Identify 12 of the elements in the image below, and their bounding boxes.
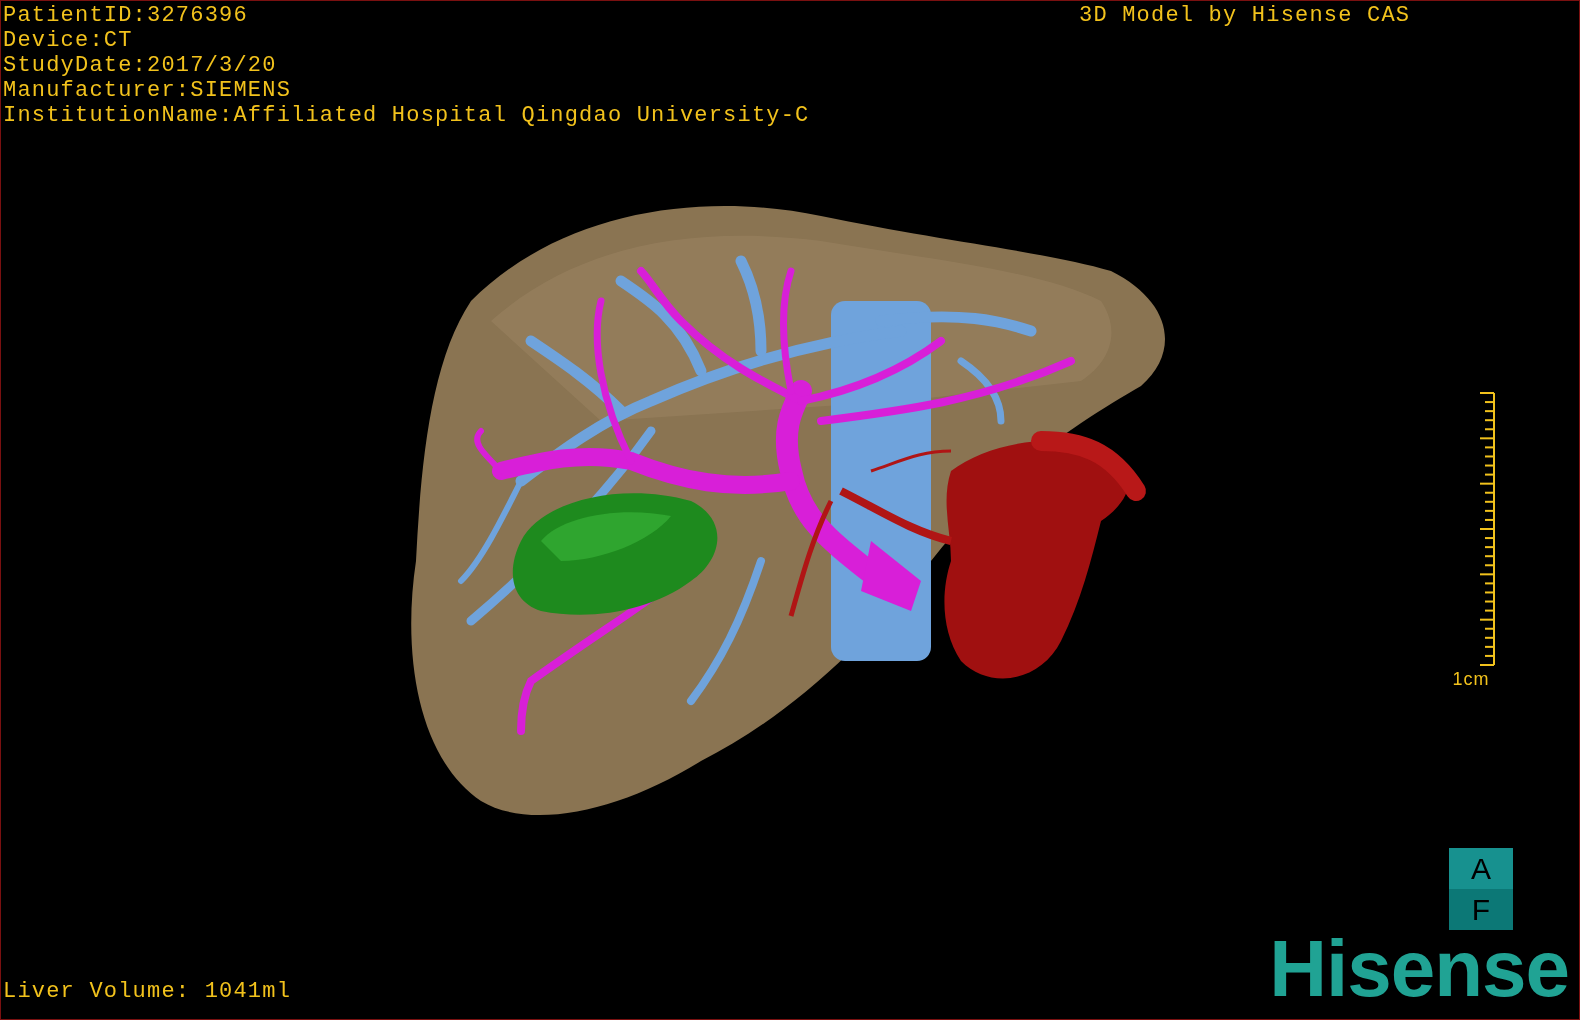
liver-volume-text: Liver Volume: 1041ml	[3, 979, 292, 1004]
orientation-cube-face[interactable]: A	[1449, 848, 1513, 889]
info-text: PatientID:3276396	[3, 3, 249, 28]
info-text: Device:CT	[3, 28, 134, 53]
scale-ruler-icon	[1480, 391, 1496, 669]
info-text: StudyDate:2017/3/20	[3, 53, 278, 78]
info-text: InstitutionName:Affiliated Hospital Qingdao University-C	[3, 103, 810, 128]
info-text: Manufacturer:SIEMENS	[3, 78, 293, 103]
scale-label: 1cm	[1452, 669, 1490, 690]
orientation-cube-face[interactable]: F	[1449, 889, 1513, 930]
brand-logo: Hisense	[1269, 929, 1569, 1009]
model-title: 3D Model by Hisense CAS	[1079, 3, 1411, 28]
